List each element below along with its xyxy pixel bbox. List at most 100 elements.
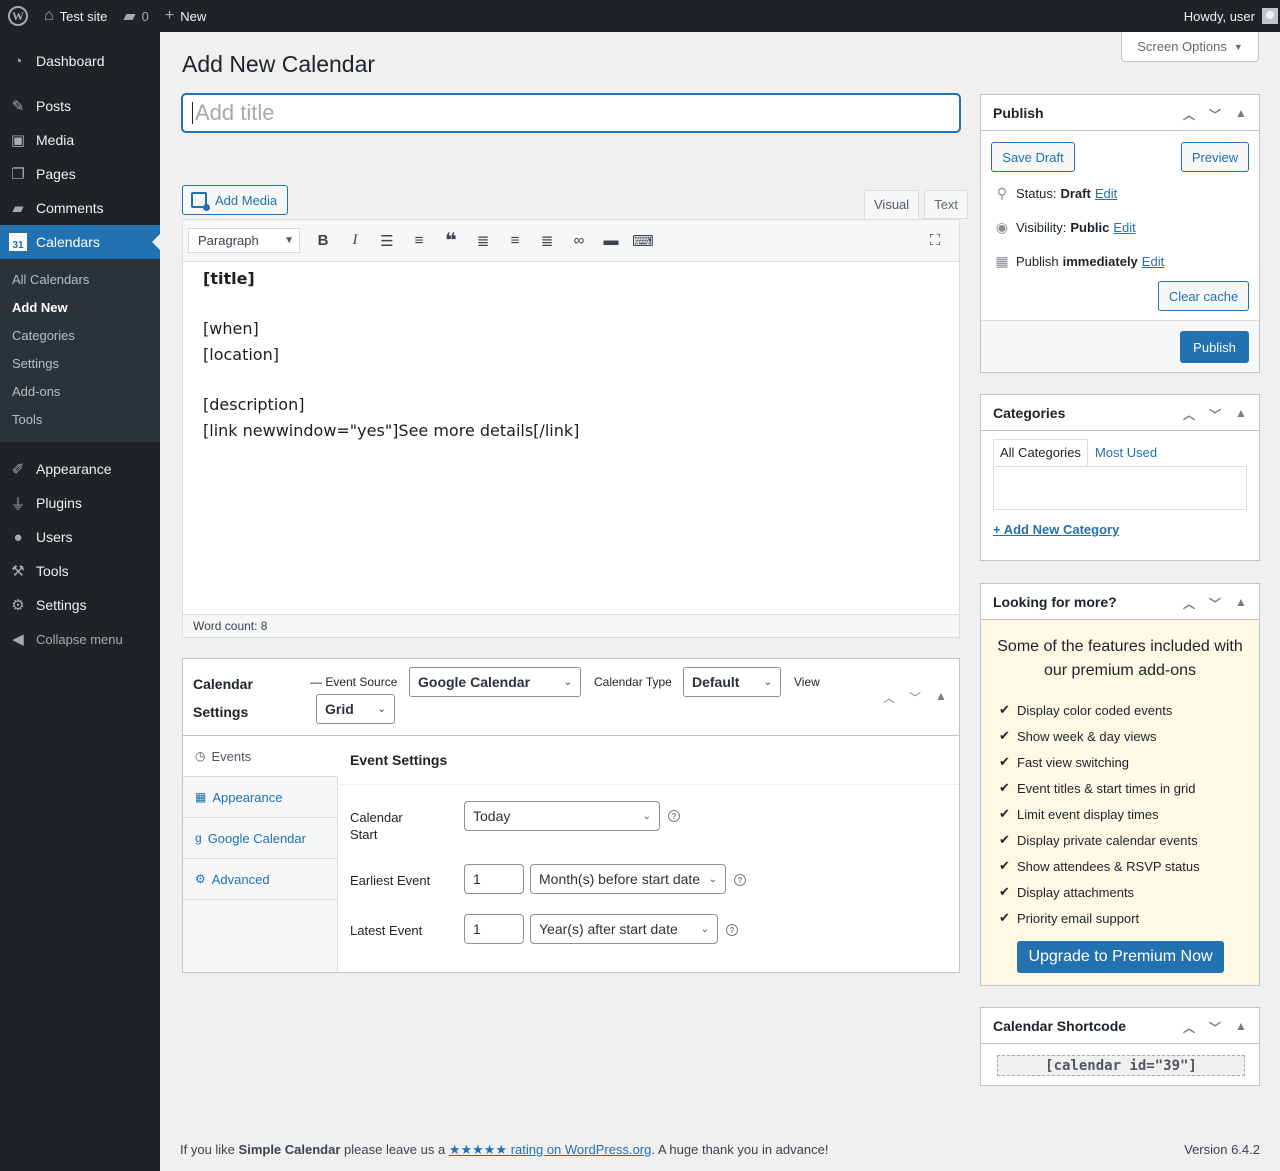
- add-media-button[interactable]: Add Media: [182, 185, 289, 215]
- screen-options-button[interactable]: Screen Options ▼: [1121, 32, 1259, 62]
- upgrade-premium-button[interactable]: Upgrade to Premium Now: [1017, 941, 1224, 973]
- panel-title: Event Settings: [339, 736, 959, 785]
- collapse-menu-button[interactable]: ◀ Collapse menu: [0, 622, 160, 656]
- gears-icon: ⚙: [195, 872, 206, 886]
- align-right-icon[interactable]: ≣: [531, 227, 563, 255]
- toggle-panel-icon[interactable]: ▲: [1231, 106, 1251, 123]
- my-account-link[interactable]: Howdy, user: [1176, 0, 1280, 32]
- categories-header: Categories ︿ ﹀ ▲: [981, 395, 1259, 431]
- move-down-icon[interactable]: ﹀: [1205, 406, 1225, 423]
- toggle-panel-icon[interactable]: ▲: [1231, 595, 1251, 612]
- submenu-categories[interactable]: Categories: [0, 322, 160, 350]
- move-up-icon[interactable]: ︿: [879, 689, 899, 706]
- tab-advanced[interactable]: ⚙ Advanced: [183, 859, 337, 900]
- move-down-icon[interactable]: ﹀: [905, 689, 925, 706]
- shortcode-header: Calendar Shortcode ︿ ﹀ ▲: [981, 1008, 1259, 1044]
- format-select[interactable]: Paragraph ▼: [188, 228, 300, 253]
- move-down-icon[interactable]: ﹀: [1205, 106, 1225, 123]
- clear-cache-button[interactable]: Clear cache: [1158, 281, 1249, 311]
- premium-intro: Some of the features included with our p…: [997, 638, 1243, 679]
- move-down-icon[interactable]: ﹀: [1205, 1019, 1225, 1036]
- bold-icon[interactable]: B: [307, 227, 339, 255]
- checkmark-icon: ✔: [999, 702, 1010, 717]
- help-icon[interactable]: ?: [668, 810, 680, 822]
- menu-item-calendars[interactable]: 31 Calendars: [0, 225, 160, 259]
- align-center-icon[interactable]: ≡: [499, 227, 531, 255]
- tab-most-used[interactable]: Most Used: [1088, 439, 1164, 466]
- fullscreen-icon[interactable]: ⛶: [919, 227, 951, 255]
- italic-icon[interactable]: I: [339, 227, 371, 255]
- toggle-panel-icon[interactable]: ▲: [1231, 1019, 1251, 1036]
- toggle-panel-icon[interactable]: ▲: [931, 689, 951, 706]
- submenu-settings[interactable]: Settings: [0, 350, 160, 378]
- menu-item-users[interactable]: ● Users: [0, 520, 160, 554]
- edit-visibility-link[interactable]: Edit: [1113, 220, 1135, 235]
- view-select[interactable]: Grid ⌄: [316, 694, 395, 724]
- link-icon[interactable]: ∞: [563, 227, 595, 255]
- calendar-type-select[interactable]: Default ⌄: [683, 667, 781, 697]
- rating-link[interactable]: ★★★★★ rating on WordPress.org: [449, 1142, 652, 1157]
- menu-item-media[interactable]: ▣ Media: [0, 123, 160, 157]
- tab-appearance[interactable]: ▦ Appearance: [183, 777, 337, 818]
- menu-label: Plugins: [36, 495, 82, 511]
- move-up-icon[interactable]: ︿: [1179, 1019, 1199, 1036]
- view-value: Grid: [325, 701, 354, 717]
- menu-item-plugins[interactable]: ⏚ Plugins: [0, 486, 160, 520]
- submenu-add-ons[interactable]: Add-ons: [0, 378, 160, 406]
- edit-status-link[interactable]: Edit: [1095, 186, 1117, 201]
- view-label: View: [794, 675, 820, 689]
- caret-down-icon: ▼: [1233, 41, 1243, 52]
- feature-label: Display private calendar events: [1017, 832, 1198, 848]
- earliest-event-number[interactable]: 1: [464, 864, 524, 894]
- publish-button[interactable]: Publish: [1180, 331, 1249, 363]
- save-draft-button[interactable]: Save Draft: [991, 142, 1075, 172]
- toggle-panel-icon[interactable]: ▲: [1231, 406, 1251, 423]
- align-left-icon[interactable]: ≣: [467, 227, 499, 255]
- menu-item-tools[interactable]: ⚒ Tools: [0, 554, 160, 588]
- blockquote-icon[interactable]: ❝: [435, 227, 467, 255]
- read-more-icon[interactable]: ▬: [595, 227, 627, 255]
- site-name: Test site: [59, 8, 108, 24]
- editor-body[interactable]: [title] [when] [location] [description] …: [183, 262, 959, 448]
- bullet-list-icon[interactable]: ☰: [371, 227, 403, 255]
- editor-tabs: Visual Text: [859, 190, 969, 219]
- tab-events[interactable]: ◷ Events: [183, 736, 338, 777]
- site-name-link[interactable]: ⌂ Test site: [36, 0, 115, 32]
- category-checklist[interactable]: [993, 466, 1247, 510]
- menu-item-posts[interactable]: ✎ Posts: [0, 89, 160, 123]
- help-icon[interactable]: ?: [734, 874, 746, 886]
- menu-item-comments[interactable]: ▰ Comments: [0, 191, 160, 225]
- menu-item-dashboard[interactable]: ◔ Dashboard: [0, 44, 160, 78]
- wordpress-logo-icon[interactable]: W: [0, 0, 36, 32]
- earliest-event-unit-select[interactable]: Month(s) before start date ⌄: [530, 864, 726, 894]
- comments-link[interactable]: ▰ 0: [115, 0, 157, 32]
- event-source-select[interactable]: Google Calendar ⌄: [409, 667, 581, 697]
- tab-google-calendar[interactable]: g Google Calendar: [183, 818, 337, 859]
- toolbar-toggle-icon[interactable]: ⌨: [627, 227, 659, 255]
- tab-all-categories[interactable]: All Categories: [993, 439, 1088, 466]
- calendar-start-select[interactable]: Today ⌄: [464, 801, 660, 831]
- new-content-link[interactable]: + New: [157, 0, 214, 32]
- help-icon[interactable]: ?: [726, 924, 738, 936]
- submenu-all-calendars[interactable]: All Calendars: [0, 266, 160, 294]
- submenu-add-new[interactable]: Add New: [0, 294, 160, 322]
- menu-item-appearance[interactable]: ✐ Appearance: [0, 452, 160, 486]
- latest-event-unit-select[interactable]: Year(s) after start date ⌄: [530, 914, 718, 944]
- numbered-list-icon[interactable]: ≡: [403, 227, 435, 255]
- add-new-category-link[interactable]: + Add New Category: [993, 522, 1119, 537]
- edit-publish-date-link[interactable]: Edit: [1142, 254, 1164, 269]
- latest-event-number[interactable]: 1: [464, 914, 524, 944]
- submenu-tools[interactable]: Tools: [0, 406, 160, 434]
- move-up-icon[interactable]: ︿: [1179, 406, 1199, 423]
- menu-item-pages[interactable]: ❐ Pages: [0, 157, 160, 191]
- tab-visual[interactable]: Visual: [864, 190, 920, 219]
- tab-text[interactable]: Text: [924, 190, 969, 219]
- preview-button[interactable]: Preview: [1181, 142, 1249, 172]
- shortcode-value[interactable]: [calendar id="39"]: [997, 1055, 1245, 1076]
- move-up-icon[interactable]: ︿: [1179, 595, 1199, 612]
- move-up-icon[interactable]: ︿: [1179, 106, 1199, 123]
- title-input[interactable]: Add title: [182, 94, 960, 132]
- menu-item-settings[interactable]: ⚙ Settings: [0, 588, 160, 622]
- list-item: ✔ Fast view switching: [999, 749, 1200, 775]
- move-down-icon[interactable]: ﹀: [1205, 595, 1225, 612]
